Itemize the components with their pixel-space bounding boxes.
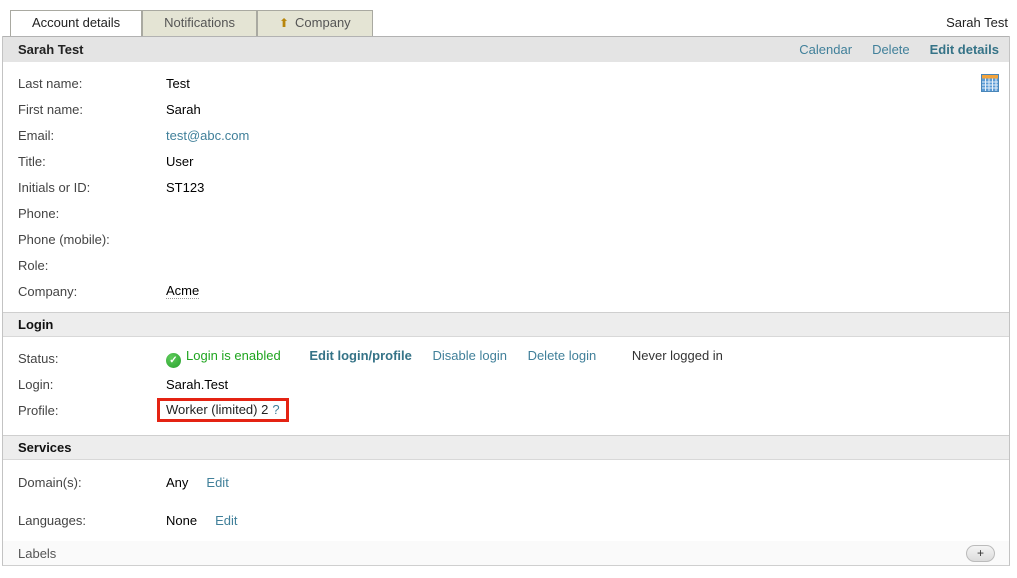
field-label: Last name: bbox=[3, 76, 166, 91]
tab-notifications[interactable]: Notifications bbox=[142, 10, 257, 36]
login-section-header: Login bbox=[3, 312, 1009, 337]
field-row-title: Title: User bbox=[3, 148, 1009, 174]
domains-value: Any bbox=[166, 475, 188, 490]
field-row-role: Role: bbox=[3, 252, 1009, 278]
record-actions: Calendar Delete Edit details bbox=[799, 42, 999, 57]
tab-company-label: Company bbox=[295, 15, 351, 30]
status-row: Status: ✓ Login is enabled Edit login/pro… bbox=[3, 345, 1009, 371]
account-details-page: Account details Notifications ⬆ Company S… bbox=[0, 0, 1017, 578]
field-label: Phone: bbox=[3, 206, 166, 221]
never-logged-in-text: Never logged in bbox=[632, 348, 723, 363]
up-arrow-icon: ⬆ bbox=[279, 16, 289, 30]
account-panel: Sarah Test Calendar Delete Edit details … bbox=[2, 36, 1010, 544]
field-label: Profile: bbox=[3, 403, 166, 418]
field-label: Company: bbox=[3, 284, 166, 299]
field-value: ST123 bbox=[166, 180, 204, 195]
edit-login-profile-link[interactable]: Edit login/profile bbox=[309, 348, 412, 363]
field-label: Initials or ID: bbox=[3, 180, 166, 195]
check-circle-icon: ✓ bbox=[166, 353, 181, 368]
field-label: Languages: bbox=[3, 513, 166, 528]
field-row-last-name: Last name: Test bbox=[3, 70, 1009, 96]
disable-login-link[interactable]: Disable login bbox=[433, 348, 507, 363]
field-row-initials: Initials or ID: ST123 bbox=[3, 174, 1009, 200]
edit-languages-link[interactable]: Edit bbox=[215, 513, 237, 528]
tab-company[interactable]: ⬆ Company bbox=[257, 10, 373, 36]
calendar-link[interactable]: Calendar bbox=[799, 42, 852, 57]
login-enabled-text: Login is enabled bbox=[186, 348, 281, 363]
field-row-first-name: First name: Sarah bbox=[3, 96, 1009, 122]
account-fields-section: Last name: Test First name: Sarah Email:… bbox=[3, 62, 1009, 312]
domains-row: Domain(s): Any Edit bbox=[3, 469, 1009, 495]
field-label: Login: bbox=[3, 377, 166, 392]
logged-in-user-name: Sarah Test bbox=[946, 15, 1008, 30]
field-value: User bbox=[166, 154, 193, 169]
record-header-bar: Sarah Test Calendar Delete Edit details bbox=[3, 36, 1009, 62]
tabs: Account details Notifications ⬆ Company bbox=[10, 10, 373, 36]
profile-help-link[interactable]: ? bbox=[272, 402, 279, 417]
login-section: Status: ✓ Login is enabled Edit login/pro… bbox=[3, 337, 1009, 435]
delete-login-link[interactable]: Delete login bbox=[528, 348, 597, 363]
field-label: First name: bbox=[3, 102, 166, 117]
field-label: Domain(s): bbox=[3, 475, 166, 490]
calendar-icon[interactable] bbox=[981, 74, 999, 92]
labels-title: Labels bbox=[18, 546, 966, 561]
email-link[interactable]: test@abc.com bbox=[166, 128, 249, 143]
company-tooltip-link[interactable]: Acme bbox=[166, 283, 199, 299]
field-label: Phone (mobile): bbox=[3, 232, 166, 247]
tab-strip: Account details Notifications ⬆ Company S… bbox=[0, 0, 1017, 36]
status-items: ✓ Login is enabled Edit login/profile Dis… bbox=[166, 348, 723, 368]
profile-row: Profile: Worker (limited) 2? bbox=[3, 397, 1009, 423]
annotation-red-box: Worker (limited) 2? bbox=[157, 398, 289, 422]
field-row-phone: Phone: bbox=[3, 200, 1009, 226]
field-row-email: Email: test@abc.com bbox=[3, 122, 1009, 148]
field-label: Email: bbox=[3, 128, 166, 143]
profile-value: Worker (limited) 2 bbox=[166, 402, 268, 417]
field-value: Sarah bbox=[166, 102, 201, 117]
field-label: Title: bbox=[3, 154, 166, 169]
record-title: Sarah Test bbox=[18, 42, 799, 57]
languages-row: Languages: None Edit bbox=[3, 507, 1009, 533]
login-row: Login: Sarah.Test bbox=[3, 371, 1009, 397]
tab-account-details[interactable]: Account details bbox=[10, 10, 142, 36]
languages-value: None bbox=[166, 513, 197, 528]
field-row-phone-mobile: Phone (mobile): bbox=[3, 226, 1009, 252]
add-label-button[interactable]: + bbox=[966, 545, 995, 562]
field-row-company: Company: Acme bbox=[3, 278, 1009, 304]
services-section: Domain(s): Any Edit Languages: None Edit bbox=[3, 460, 1009, 543]
labels-bar: Labels + bbox=[2, 541, 1010, 566]
field-label: Status: bbox=[3, 351, 166, 366]
services-section-header: Services bbox=[3, 435, 1009, 460]
edit-domains-link[interactable]: Edit bbox=[206, 475, 228, 490]
field-value: Test bbox=[166, 76, 190, 91]
field-label: Role: bbox=[3, 258, 166, 273]
login-value: Sarah.Test bbox=[166, 377, 228, 392]
delete-link[interactable]: Delete bbox=[872, 42, 910, 57]
edit-details-link[interactable]: Edit details bbox=[930, 42, 999, 57]
